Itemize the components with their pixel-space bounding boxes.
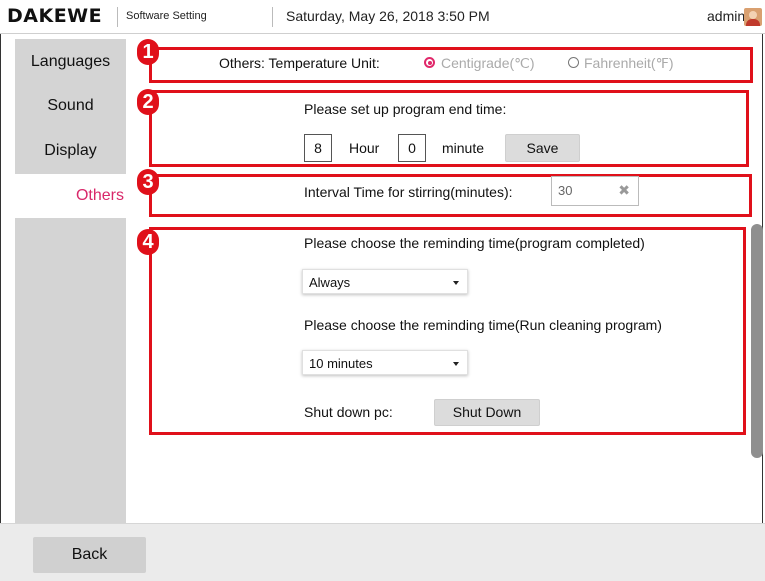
stirring-interval-input[interactable]: 30 ✖	[551, 176, 639, 206]
app-title: Software Setting	[126, 10, 207, 22]
save-button[interactable]: Save	[505, 134, 580, 162]
chevron-down-icon	[453, 362, 459, 366]
brand-logo: DAKEWE	[7, 5, 103, 27]
cleaning-reminder-value: 10 minutes	[309, 356, 373, 371]
sidebar-item-display[interactable]: Display	[15, 129, 126, 173]
minute-input[interactable]: 0	[398, 134, 426, 162]
cleaning-reminder-prompt: Please choose the reminding time(Run cle…	[304, 317, 662, 333]
hour-label: Hour	[349, 140, 380, 156]
chevron-down-icon	[453, 281, 459, 285]
fahrenheit-label[interactable]: Fahrenheit(℉)	[584, 55, 674, 72]
end-time-prompt: Please set up program end time:	[304, 101, 507, 117]
clear-x-icon[interactable]: ✖	[618, 182, 630, 199]
shut-down-button[interactable]: Shut Down	[434, 399, 540, 426]
sidebar-item-sound[interactable]: Sound	[15, 84, 126, 128]
annotation-badge-1: 1	[137, 39, 159, 65]
annotation-badge-4: 4	[137, 229, 159, 255]
scrollbar-thumb[interactable]	[751, 224, 763, 458]
hour-input[interactable]: 8	[304, 134, 332, 162]
divider	[117, 7, 118, 27]
centigrade-label[interactable]: Centigrade(℃)	[441, 55, 535, 72]
minute-label: minute	[442, 140, 485, 156]
centigrade-radio[interactable]	[424, 57, 435, 68]
top-bar: DAKEWE Software Setting Saturday, May 26…	[0, 0, 765, 34]
annotation-badge-2: 2	[137, 89, 159, 115]
sidebar: Languages Sound Display Others	[15, 39, 126, 523]
username: admin	[707, 8, 746, 24]
cleaning-reminder-select[interactable]: 10 minutes	[302, 350, 468, 375]
avatar-head	[749, 11, 757, 19]
avatar-body	[746, 19, 760, 26]
user-avatar-icon[interactable]	[744, 8, 762, 26]
completed-reminder-prompt: Please choose the reminding time(program…	[304, 235, 645, 251]
stirring-interval-label: Interval Time for stirring(minutes):	[304, 184, 513, 200]
stirring-interval-value: 30	[558, 183, 573, 198]
shutdown-label: Shut down pc:	[304, 404, 393, 420]
sidebar-item-others[interactable]: Others	[15, 174, 126, 218]
completed-reminder-value: Always	[309, 275, 351, 290]
completed-reminder-select[interactable]: Always	[302, 269, 468, 294]
back-button[interactable]: Back	[33, 537, 146, 573]
fahrenheit-radio[interactable]	[568, 57, 579, 68]
divider	[272, 7, 273, 27]
annotation-badge-3: 3	[137, 169, 159, 195]
datetime: Saturday, May 26, 2018 3:50 PM	[286, 8, 490, 24]
temperature-unit-label: Others: Temperature Unit:	[219, 55, 380, 71]
sidebar-item-languages[interactable]: Languages	[15, 40, 126, 84]
